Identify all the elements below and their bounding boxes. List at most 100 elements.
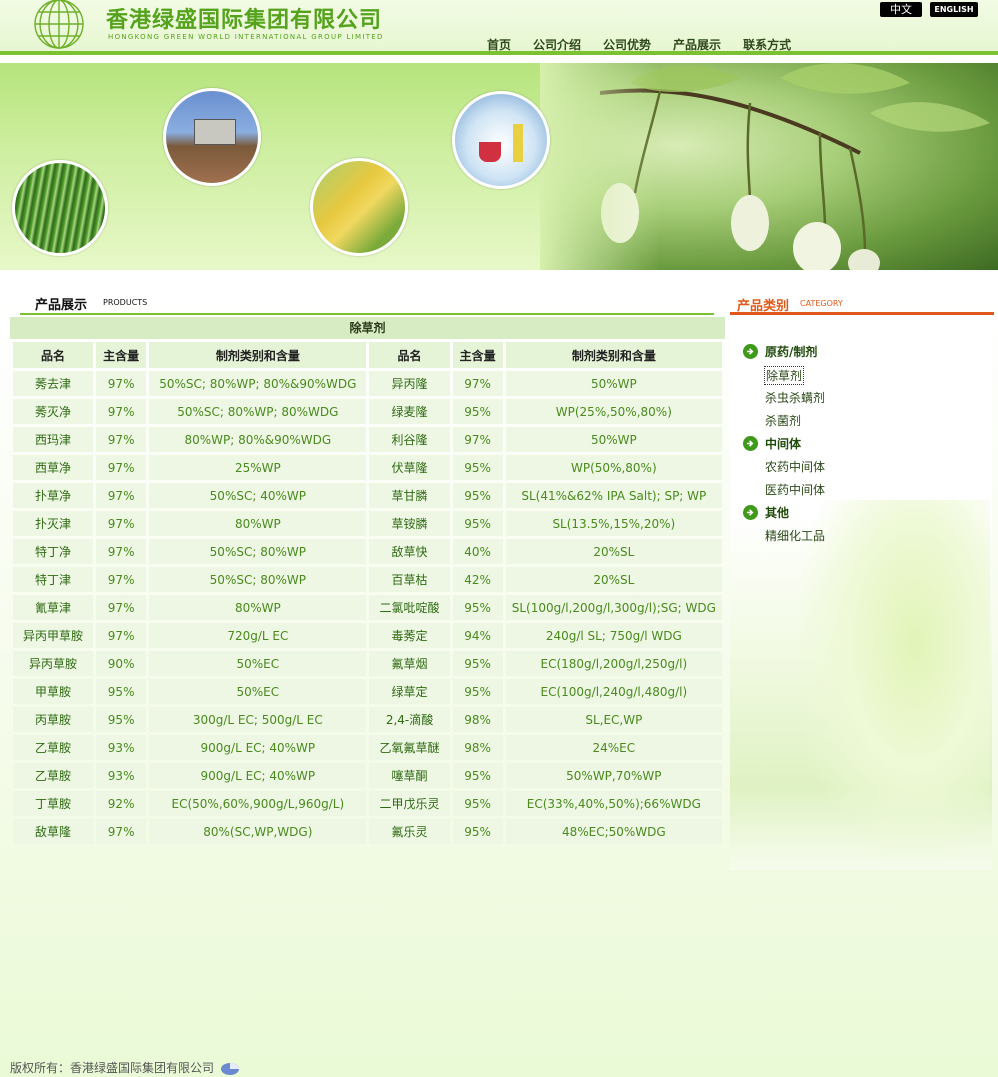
lang-en-button[interactable]: ENGLISH [930, 2, 978, 17]
formulation-cell: 24%EC [505, 735, 722, 760]
formulation-cell: 80%(SC,WP,WDG) [149, 819, 367, 844]
content-cell: 97% [96, 399, 147, 424]
product-name-cell: 2,4-滴酸 [369, 707, 450, 732]
table-row: 异丙甲草胺 97% 720g/L EC 毒莠定 94% 240g/l SL; 750g/l… [13, 623, 722, 648]
content-cell: 98% [452, 707, 503, 732]
category-intermediates[interactable]: 中间体 [743, 435, 801, 452]
formulation-cell: WP(50%,80%) [505, 455, 722, 480]
product-name-cell: 绿麦隆 [369, 399, 450, 424]
content-cell: 97% [96, 371, 147, 396]
product-name-cell: 乙草胺 [13, 763, 94, 788]
category-label: 中间体 [765, 437, 802, 451]
formulation-cell: 50%SC; 40%WP [149, 483, 367, 508]
sidebar-divider [730, 312, 994, 315]
formulation-cell: 20%SL [505, 567, 722, 592]
sidebar-leaf-graphic [800, 500, 990, 860]
product-name-cell: 草甘膦 [369, 483, 450, 508]
column-header: 品名 [13, 342, 94, 368]
harvester-photo [163, 88, 261, 186]
product-name-cell: 甲草胺 [13, 679, 94, 704]
sidebar-item-fine-chemicals[interactable]: 精细化工品 [765, 527, 825, 544]
footer: 版权所有： 香港绿盛国际集团有限公司 [10, 1059, 240, 1076]
table-caption: 除草剂 [10, 317, 725, 340]
content-cell: 95% [452, 819, 503, 844]
formulation-cell: 300g/L EC; 500g/L EC [149, 707, 367, 732]
product-name-cell: 绿草定 [369, 679, 450, 704]
table-row: 丙草胺 95% 300g/L EC; 500g/L EC 2,4-滴酸 98% SL,EC… [13, 707, 722, 732]
product-name-cell: 西草净 [13, 455, 94, 480]
formulation-cell: 900g/L EC; 40%WP [149, 735, 367, 760]
product-table: 品名 主含量 制剂类别和含量 品名 主含量 制剂类别和含量 莠去津 97% 50%SC; 80… [10, 339, 725, 847]
column-header: 制剂类别和含量 [505, 342, 722, 368]
product-name-cell: 特丁津 [13, 567, 94, 592]
sidebar-item-pesticide-intermediates[interactable]: 农药中间体 [765, 458, 825, 475]
category-label: 原药/制剂 [765, 345, 818, 359]
sidebar-item-herbicide[interactable]: 除草剂 [764, 366, 805, 385]
product-name-cell: 敌草隆 [13, 819, 94, 844]
product-name-cell: 草铵膦 [369, 511, 450, 536]
product-name-cell: 扑草净 [13, 483, 94, 508]
content-cell: 95% [96, 707, 147, 732]
formulation-cell: SL(13.5%,15%,20%) [505, 511, 722, 536]
content-cell: 93% [96, 763, 147, 788]
table-row: 异丙草胺 90% 50%EC 氟草烟 95% EC(180g/l,200g/l,250g/… [13, 651, 722, 676]
content-cell: 97% [452, 371, 503, 396]
pie-chart-icon [221, 1062, 240, 1075]
content-cell: 97% [96, 511, 147, 536]
sidebar-item-insecticide[interactable]: 杀虫杀螨剂 [765, 389, 825, 406]
column-header: 品名 [369, 342, 450, 368]
product-name-cell: 莠灭净 [13, 399, 94, 424]
product-name-cell: 乙氧氟草醚 [369, 735, 450, 760]
formulation-cell: SL(100g/l,200g/l,300g/l);SG; WDG [505, 595, 722, 620]
site-header: 香港绿盛国际集团有限公司 HONGKONG GREEN WORLD INTERN… [0, 0, 998, 55]
category-others[interactable]: 其他 [743, 504, 789, 521]
table-row: 特丁津 97% 50%SC; 80%WP 百草枯 42% 20%SL [13, 567, 722, 592]
content-cell: 97% [452, 427, 503, 452]
company-name-en: HONGKONG GREEN WORLD INTERNATIONAL GROUP… [108, 33, 384, 41]
table-row: 莠灭净 97% 50%SC; 80%WP; 80%WDG 绿麦隆 95% WP(25%,5… [13, 399, 722, 424]
category-label: 其他 [765, 506, 790, 520]
formulation-cell: EC(100g/l,240g/l,480g/l) [505, 679, 722, 704]
product-name-cell: 异丙隆 [369, 371, 450, 396]
formulation-cell: 50%WP [505, 427, 722, 452]
formulation-cell: 25%WP [149, 455, 367, 480]
product-name-cell: 氟乐灵 [369, 819, 450, 844]
table-row: 西草净 97% 25%WP 伏草隆 95% WP(50%,80%) [13, 455, 722, 480]
content-cell: 97% [96, 539, 147, 564]
lang-cn-button[interactable]: 中文 [880, 2, 922, 17]
content-cell: 97% [96, 455, 147, 480]
rice-field-photo [12, 160, 108, 256]
content-cell: 95% [452, 679, 503, 704]
content-cell: 93% [96, 735, 147, 760]
product-name-cell: 丁草胺 [13, 791, 94, 816]
arrow-right-circle-icon [743, 505, 758, 520]
arrow-right-circle-icon [743, 436, 758, 451]
product-name-cell: 氟草烟 [369, 651, 450, 676]
product-name-cell: 伏草隆 [369, 455, 450, 480]
formulation-cell: 50%SC; 80%WP; 80%WDG [149, 399, 367, 424]
table-row: 丁草胺 92% EC(50%,60%,900g/L,960g/L) 二甲戊乐灵 95% E… [13, 791, 722, 816]
globe-logo-icon [34, 0, 84, 49]
content-cell: 97% [96, 567, 147, 592]
arrow-right-circle-icon [743, 344, 758, 359]
formulation-cell: SL,EC,WP [505, 707, 722, 732]
product-name-cell: 噻草酮 [369, 763, 450, 788]
section-title: 产品展示 [35, 298, 88, 313]
formulation-cell: 50%EC [149, 651, 367, 676]
content-cell: 95% [452, 483, 503, 508]
content-cell: 92% [96, 791, 147, 816]
sidebar-subtitle: CATEGORY [800, 299, 843, 308]
category-raw-formulation[interactable]: 原药/制剂 [743, 343, 817, 360]
content-cell: 95% [452, 595, 503, 620]
table-row: 特丁净 97% 50%SC; 80%WP 敌草快 40% 20%SL [13, 539, 722, 564]
content-cell: 97% [96, 483, 147, 508]
formulation-cell: 900g/L EC; 40%WP [149, 763, 367, 788]
formulation-cell: 80%WP; 80%&90%WDG [149, 427, 367, 452]
sidebar-item-pharma-intermediates[interactable]: 医药中间体 [765, 481, 825, 498]
section-subtitle: PRODUCTS [103, 298, 148, 307]
product-table-wrapper: 除草剂 品名 主含量 制剂类别和含量 品名 主含量 制剂类别和含量 莠去津 97% 50%SC… [10, 317, 725, 847]
formulation-cell: 80%WP [149, 511, 367, 536]
sidebar-item-fungicide[interactable]: 杀菌剂 [765, 412, 801, 429]
table-row: 扑草净 97% 50%SC; 40%WP 草甘膦 95% SL(41%&62% IPA S… [13, 483, 722, 508]
formulation-cell: 240g/l SL; 750g/l WDG [505, 623, 722, 648]
